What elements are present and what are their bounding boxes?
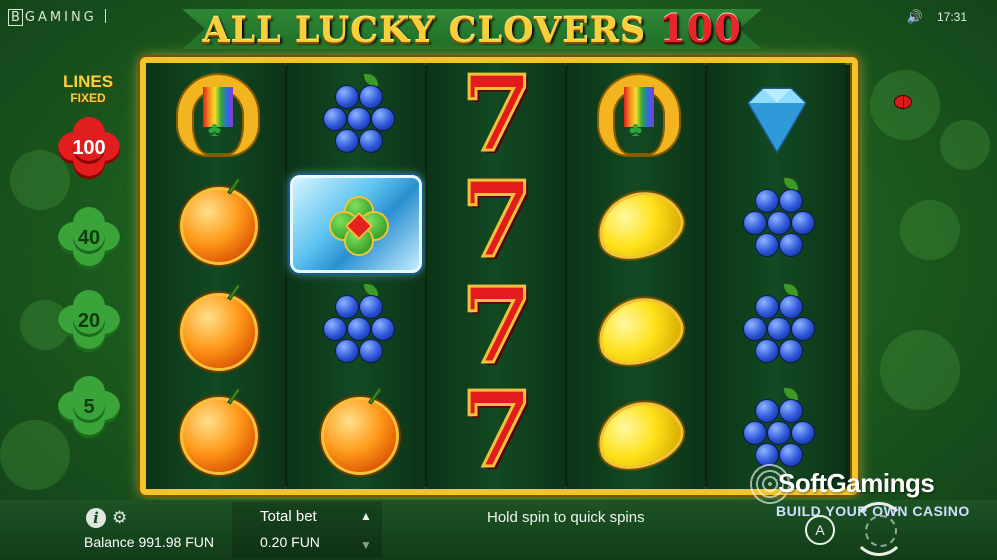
lines-option-100[interactable]: 100 <box>58 117 120 179</box>
seven-symbol: 7 <box>459 158 534 281</box>
balance-display: Balance 991.98 FUN <box>84 534 214 550</box>
lines-option-label: 20 <box>77 309 101 332</box>
orange-symbol <box>168 279 268 379</box>
bet-increase-icon[interactable]: ▲ <box>360 509 372 523</box>
autoplay-button[interactable]: A <box>805 515 835 545</box>
provider-logo: B GAMING <box>8 9 106 26</box>
lines-option-20[interactable]: 20 <box>58 290 120 352</box>
horseshoe-symbol: ♣ <box>168 69 268 169</box>
watermark-title: SoftGamings <box>778 468 935 498</box>
speaker-icon[interactable]: 🔊 <box>907 9 923 25</box>
gear-icon[interactable]: ⚙ <box>112 508 127 528</box>
seven-symbol: 7 <box>459 368 534 491</box>
grapes-symbol <box>309 279 409 379</box>
orange-symbol <box>168 173 268 273</box>
lines-option-label: 5 <box>83 395 95 418</box>
lines-option-40[interactable]: 40 <box>58 207 120 269</box>
lines-option-label: 100 <box>72 136 106 159</box>
ladybug-decoration <box>894 95 912 109</box>
lines-title: LINES <box>62 72 114 91</box>
total-bet-label: Total bet <box>260 508 317 525</box>
orange-symbol <box>309 383 409 483</box>
lines-option-label: 40 <box>77 226 101 249</box>
reel-3: 7 7 7 7 <box>426 52 565 491</box>
lemon-symbol <box>589 173 691 273</box>
reel-1: ♣ <box>146 63 285 489</box>
lines-option-5[interactable]: 5 <box>58 376 120 438</box>
seven-symbol: 7 <box>459 52 534 175</box>
lines-subtitle: FIXED <box>70 91 106 105</box>
clover-wild-symbol <box>290 175 422 273</box>
bet-decrease-icon[interactable]: ▼ <box>360 538 372 552</box>
grapes-symbol <box>729 173 829 273</box>
spin-button[interactable] <box>852 502 906 556</box>
reels-area: ♣ 7 7 7 7 ♣ <box>140 57 858 495</box>
horseshoe-symbol: ♣ <box>589 69 689 169</box>
game-title-text: ALL LUCKY CLOVERS <box>202 10 647 51</box>
grapes-symbol <box>729 279 829 379</box>
lemon-symbol <box>589 279 691 379</box>
orange-symbol <box>168 383 268 483</box>
total-bet-value: 0.20 FUN <box>260 534 320 550</box>
lemon-symbol <box>589 383 691 483</box>
reel-5 <box>706 63 845 489</box>
reel-2 <box>286 63 425 489</box>
spin-hint: Hold spin to quick spins <box>487 509 645 526</box>
game-title: ALL LUCKY CLOVERS 100 <box>182 6 762 51</box>
game-title-number: 100 <box>659 6 742 51</box>
lines-panel: LINES FIXED <box>44 72 132 106</box>
reel-4: ♣ <box>566 63 705 489</box>
clock: 17:31 <box>936 10 967 24</box>
diamond-symbol <box>727 69 827 169</box>
grapes-symbol <box>309 69 409 169</box>
seven-symbol: 7 <box>459 264 534 387</box>
status-area: 🔊 17:31 <box>907 9 967 25</box>
info-icon[interactable]: i <box>86 508 106 528</box>
